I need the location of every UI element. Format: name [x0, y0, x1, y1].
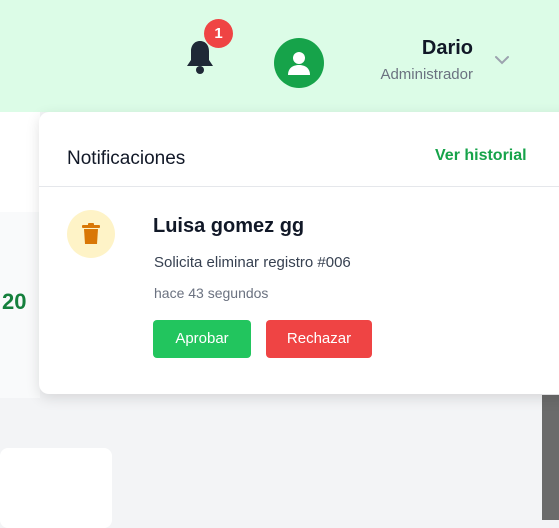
- notifications-title: Notificaciones: [67, 148, 186, 169]
- background-number: 20: [2, 289, 27, 314]
- notifications-dropdown: Notificaciones Ver historial Luisa gomez…: [39, 112, 559, 394]
- notification-icon-circle: [67, 210, 115, 258]
- user-icon: [288, 52, 310, 75]
- notification-count-badge: 1: [204, 19, 233, 48]
- chevron-down-icon[interactable]: [494, 55, 510, 65]
- scrollbar[interactable]: [542, 395, 559, 520]
- divider: [39, 186, 559, 187]
- top-bar: 1 Dario Administrador: [0, 0, 559, 112]
- notification-message: Solicita eliminar registro #006: [154, 254, 351, 271]
- background-card-bottom: [0, 448, 112, 528]
- background-card: [0, 112, 40, 212]
- user-name[interactable]: Dario: [347, 37, 473, 60]
- notification-title: Luisa gomez gg: [153, 215, 305, 237]
- user-role: Administrador: [380, 66, 473, 83]
- approve-button[interactable]: Aprobar: [153, 320, 251, 358]
- view-history-link[interactable]: Ver historial: [435, 147, 527, 165]
- avatar[interactable]: [274, 38, 324, 88]
- notification-time: hace 43 segundos: [154, 285, 269, 301]
- trash-icon: [82, 223, 100, 244]
- reject-button[interactable]: Rechazar: [266, 320, 372, 358]
